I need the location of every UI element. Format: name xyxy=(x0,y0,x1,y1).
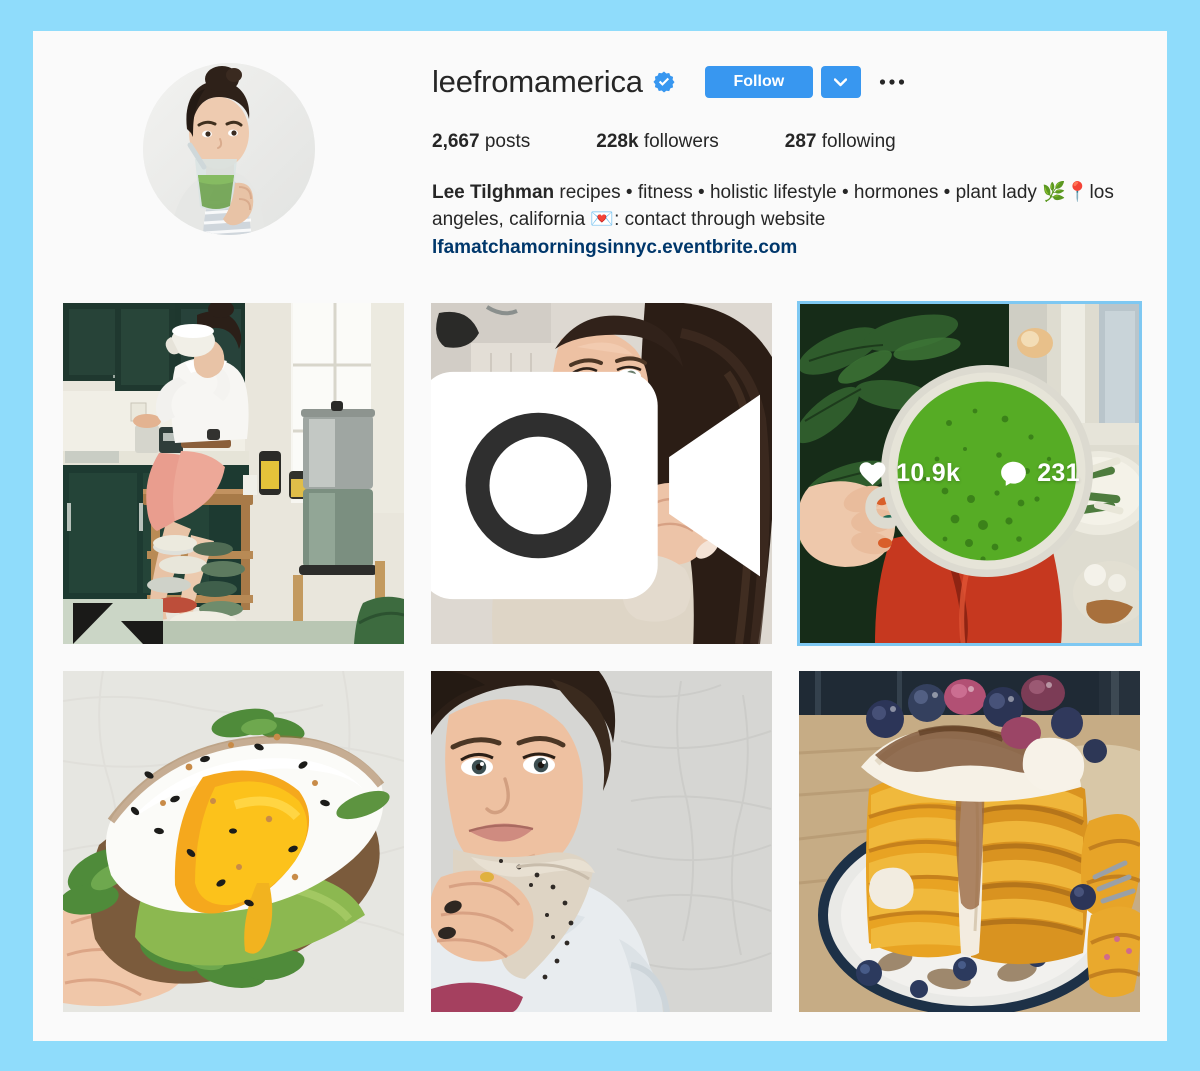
video-camera-icon xyxy=(431,371,760,600)
post-hover-overlay: 10.9k 231 xyxy=(799,303,1140,644)
ellipsis-icon xyxy=(879,79,904,85)
post-tile-matcha-latte[interactable]: 10.9k 231 xyxy=(797,301,1142,646)
page-title: leefromamerica xyxy=(432,64,643,99)
stat-following-value: 287 xyxy=(784,131,817,152)
post-image-pancake-stack xyxy=(799,671,1140,1012)
overlay-comments: 231 xyxy=(1000,459,1080,488)
profile-meta: leefromamerica Follow 2,667 posts 228k f… xyxy=(432,60,1152,261)
overlay-comments-count: 231 xyxy=(1037,459,1080,487)
post-tile-pancake-stack[interactable] xyxy=(799,671,1140,1012)
bio-link[interactable]: lfamatchamorningsinnyc.eventbrite.com xyxy=(432,234,1142,261)
heart-icon xyxy=(859,462,886,486)
overlay-likes: 10.9k xyxy=(859,459,960,488)
profile-avatar xyxy=(143,63,315,235)
post-grid: 10.9k 231 xyxy=(63,301,1142,1012)
post-tile-avocado-egg-toast[interactable] xyxy=(63,671,404,1012)
verified-badge-icon xyxy=(653,71,675,93)
stat-posts-label: posts xyxy=(484,131,531,152)
profile-card: leefromamerica Follow 2,667 posts 228k f… xyxy=(33,31,1167,1041)
post-tile-hair-selfie-video[interactable] xyxy=(431,303,772,644)
post-image-portrait-bandana xyxy=(431,671,772,1012)
bio-fullname: Lee Tilghman xyxy=(432,182,555,203)
stat-posts-value: 2,667 xyxy=(432,131,480,152)
bio: Lee Tilghman recipes • fitness • holisti… xyxy=(432,179,1142,261)
overlay-likes-count: 10.9k xyxy=(896,459,961,487)
post-tile-portrait-bandana[interactable] xyxy=(431,671,772,1012)
profile-header: leefromamerica Follow 2,667 posts 228k f… xyxy=(33,31,1167,271)
stat-following-label: following xyxy=(821,131,896,152)
post-image-avocado-egg-toast xyxy=(63,671,404,1012)
comment-bubble-icon xyxy=(1001,461,1027,486)
follow-button[interactable]: Follow xyxy=(704,66,813,98)
post-tile-kitchen-coffee[interactable] xyxy=(63,303,404,644)
chevron-down-icon xyxy=(834,77,848,86)
post-image-kitchen-coffee xyxy=(63,303,404,644)
stat-posts[interactable]: 2,667 posts xyxy=(432,130,530,154)
stat-following[interactable]: 287 following xyxy=(785,130,896,154)
stat-followers-value: 228k xyxy=(596,131,639,152)
follow-dropdown-button[interactable] xyxy=(820,66,861,98)
stat-followers[interactable]: 228k followers xyxy=(596,130,719,154)
stats-row: 2,667 posts 228k followers 287 following xyxy=(432,130,1152,154)
stat-followers-label: followers xyxy=(643,131,719,152)
username-row: leefromamerica Follow xyxy=(432,60,1152,104)
options-button[interactable] xyxy=(877,67,907,97)
avatar[interactable] xyxy=(143,63,315,235)
